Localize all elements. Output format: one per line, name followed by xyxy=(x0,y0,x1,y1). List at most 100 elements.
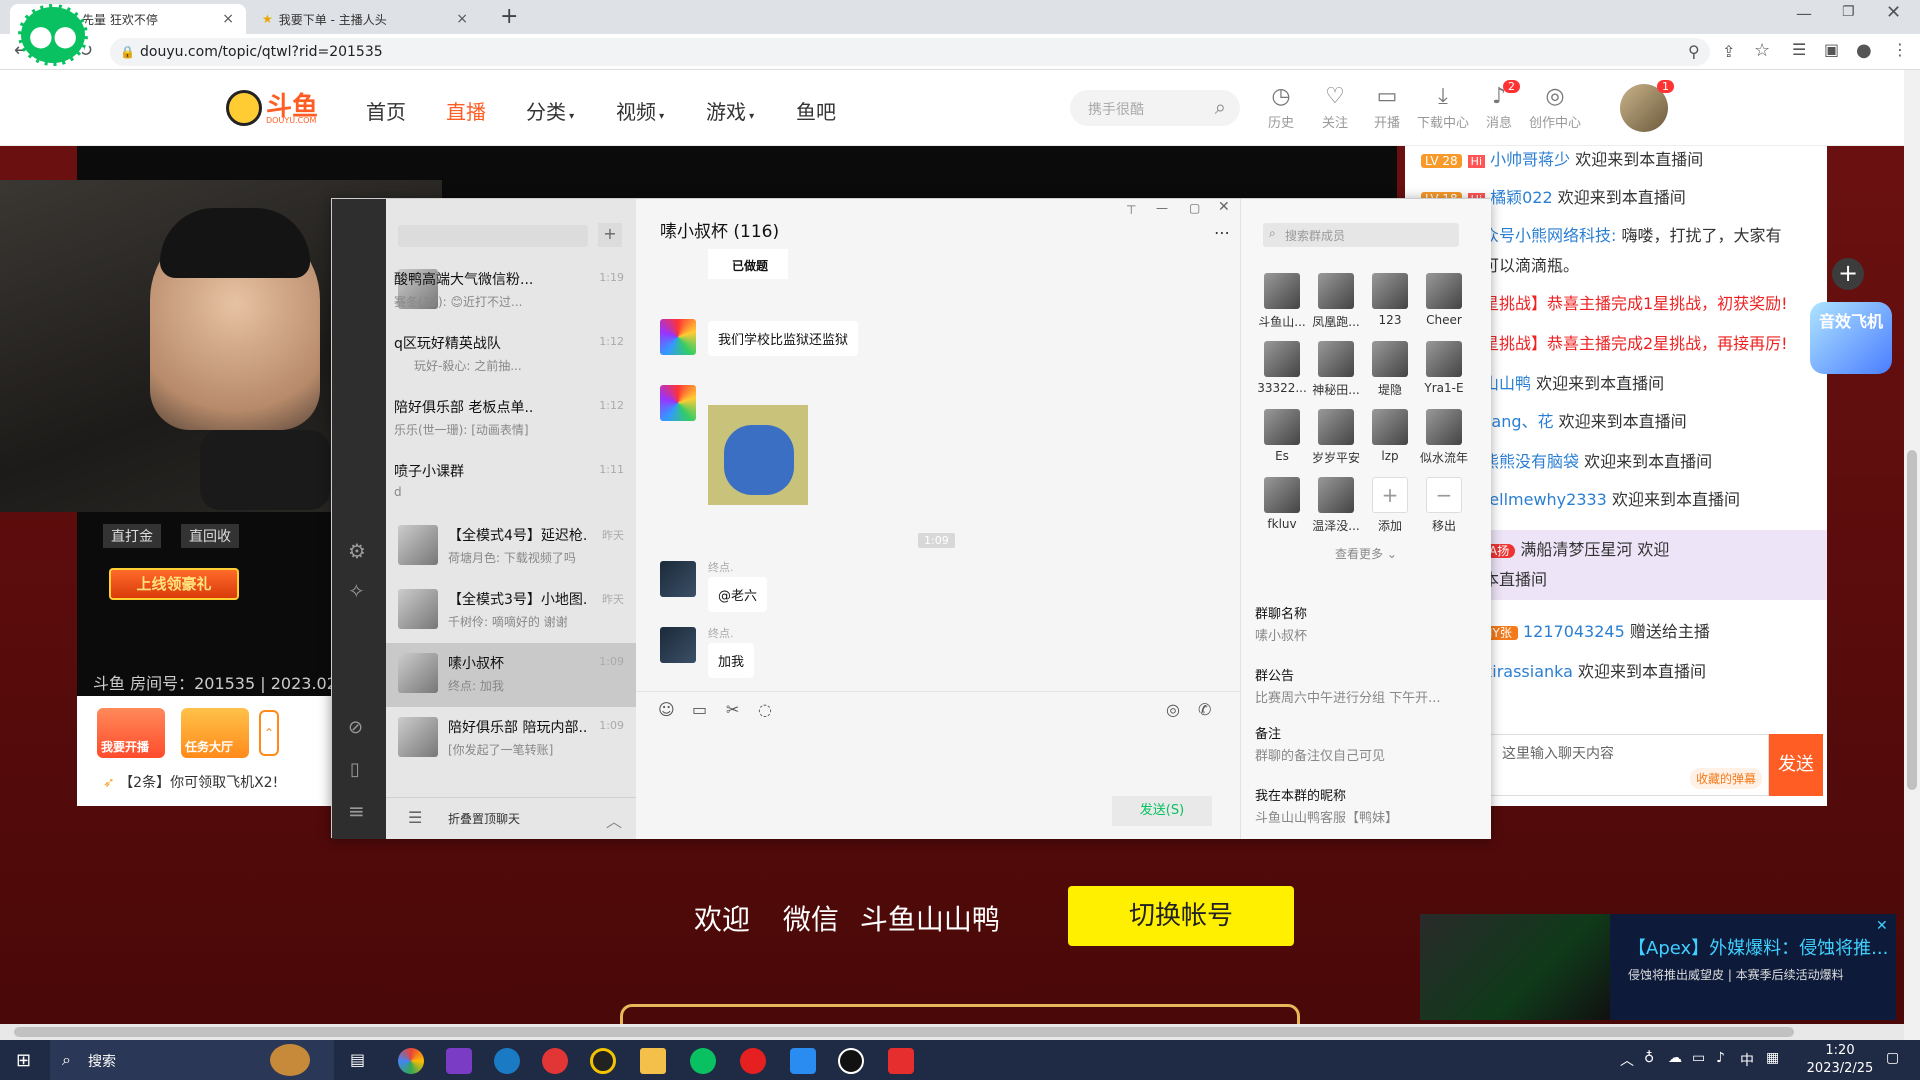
member[interactable]: 斗鱼山... xyxy=(1255,273,1309,330)
onedrive-icon[interactable]: ☁ xyxy=(1668,1050,1682,1066)
remark-value[interactable]: 群聊的备注仅自己可见 xyxy=(1255,745,1385,764)
header-broadcast[interactable]: ▭ 开播 xyxy=(1360,84,1414,131)
chrome-icon[interactable] xyxy=(398,1048,424,1074)
chat-bubble-icon[interactable]: ◌ xyxy=(758,700,772,719)
scroll-thumb[interactable] xyxy=(14,1027,1794,1037)
chat-user[interactable]: 橘颖022 xyxy=(1490,188,1553,207)
app-icon[interactable] xyxy=(590,1048,616,1074)
close-icon[interactable]: × xyxy=(222,11,234,27)
member[interactable]: 堤隐 xyxy=(1363,341,1417,398)
gold-button[interactable]: 直打金 xyxy=(103,524,161,548)
list-item-selected[interactable]: 嗉小叔杯 终点: 加我 1:09 xyxy=(386,643,636,707)
phone-icon[interactable]: ▯ xyxy=(350,759,360,780)
nav-video[interactable]: 视频 ▾ xyxy=(616,96,664,125)
header-history[interactable]: ◷ 历史 xyxy=(1254,84,1308,131)
new-tab-button[interactable]: + xyxy=(500,4,518,29)
notice-text[interactable]: ➶ 【2条】你可领取飞机X2! xyxy=(103,772,278,792)
gift-button[interactable]: 上线领豪礼 xyxy=(109,568,239,600)
avatar[interactable] xyxy=(660,385,696,421)
close-window-icon[interactable]: ✕ xyxy=(1886,2,1901,23)
file-explorer-icon[interactable] xyxy=(640,1048,666,1074)
search-box[interactable]: 携手很酷 ⌕ xyxy=(1070,90,1240,126)
avatar[interactable] xyxy=(660,561,696,597)
star-icon[interactable]: ✧ xyxy=(348,579,365,603)
bookmark-star-icon[interactable]: ☆ xyxy=(1754,40,1770,61)
remove-member-button[interactable]: − 移出 xyxy=(1417,477,1471,534)
profile-icon[interactable]: ● xyxy=(1856,40,1872,61)
list-item[interactable]: 【全模式3号】小地图... 千树伶: 嘀嘀好的 谢谢 昨天 xyxy=(386,579,636,643)
chat-user[interactable]: 满船清梦压星河 xyxy=(1520,540,1632,559)
conversation-search[interactable] xyxy=(398,225,588,247)
member[interactable]: 123 xyxy=(1363,273,1417,327)
member[interactable]: 似水流年 xyxy=(1417,409,1471,466)
maximize-icon[interactable]: ▢ xyxy=(1189,201,1200,215)
mic-icon[interactable]: ♁ xyxy=(1644,1050,1654,1066)
fold-pinned[interactable]: ☰ 折叠置顶聊天 ︿ xyxy=(386,797,636,839)
maximize-icon[interactable]: ❐ xyxy=(1842,4,1855,20)
scroll-thumb[interactable] xyxy=(1907,450,1917,790)
chat-user[interactable]: 众号小熊网络科技: xyxy=(1483,226,1616,245)
recycle-button[interactable]: 直回收 xyxy=(181,524,239,548)
network-icon[interactable]: ▭ xyxy=(1692,1050,1705,1066)
avatar[interactable] xyxy=(660,319,696,355)
header-follow[interactable]: ♡ 关注 xyxy=(1308,84,1362,131)
folder-icon[interactable]: ▭ xyxy=(692,700,707,719)
header-message[interactable]: ♪ 消息 2 xyxy=(1472,80,1526,131)
link-icon[interactable]: ⊘ xyxy=(348,717,363,738)
menu-icon[interactable]: ≡ xyxy=(348,799,365,823)
member[interactable]: Yra1-E xyxy=(1417,341,1471,395)
see-more-link[interactable]: 查看更多 ⌄ xyxy=(1335,545,1397,562)
chat-user[interactable]: 1217043245 xyxy=(1523,622,1625,641)
group-name-value[interactable]: 嗉小叔杯 xyxy=(1255,625,1307,644)
chat-user[interactable]: kirassianka xyxy=(1483,662,1573,681)
douyu-logo[interactable]: 斗鱼 DOUYU.COM xyxy=(226,86,326,130)
task-view-icon[interactable]: ▤ xyxy=(350,1050,365,1069)
menu-dots-icon[interactable]: ⋮ xyxy=(1892,40,1908,59)
collect-button[interactable]: 收藏的弹幕 xyxy=(1689,768,1762,789)
chat-send-button[interactable]: 发送 xyxy=(1769,734,1823,796)
compose-area[interactable]: ☺ ▭ ✂ ◌ ◎ ✆ 发送(S) xyxy=(636,691,1240,839)
clock-date[interactable]: 2023/2/25 xyxy=(1800,1061,1880,1076)
tab-inactive[interactable]: ★ 我要下单 - 主播人头 × xyxy=(250,4,480,34)
list-item[interactable]: 陪好俱乐部 陪玩内部... [你发起了一笔转账] 1:09 xyxy=(386,707,636,771)
list-item[interactable]: 【全模式4号】延迟枪... 荷塘月色: 下载视频了吗 昨天 xyxy=(386,515,636,579)
nav-fishbar[interactable]: 鱼吧 xyxy=(796,96,836,125)
chat-user[interactable]: tellmewhy2333 xyxy=(1483,490,1607,509)
chat-user[interactable]: zang、花 xyxy=(1483,412,1554,431)
close-icon[interactable]: × xyxy=(456,11,468,27)
app-icon[interactable] xyxy=(790,1048,816,1074)
nav-live[interactable]: 直播 xyxy=(446,96,486,125)
sticker-image[interactable] xyxy=(708,405,808,505)
settings-icon[interactable]: ⚙ xyxy=(348,539,366,563)
header-creator[interactable]: ◎ 创作中心 xyxy=(1528,84,1582,131)
emoji-icon[interactable]: ☺ xyxy=(658,700,675,719)
sound-effect-badge[interactable]: 音效飞机 xyxy=(1810,302,1892,374)
horizontal-scrollbar[interactable] xyxy=(0,1024,1904,1040)
header-download[interactable]: ⤓ 下载中心 xyxy=(1416,84,1470,131)
app-icon[interactable] xyxy=(838,1048,864,1074)
app-icon[interactable] xyxy=(446,1048,472,1074)
add-member-button[interactable]: + 添加 xyxy=(1363,477,1417,534)
notification-icon[interactable]: ▢ xyxy=(1886,1050,1899,1066)
ad-popup[interactable]: 【Apex】外媒爆料：侵蚀将推... 侵蚀将推出威望皮 | 本赛季后续活动爆料 … xyxy=(1420,914,1896,1020)
expand-up-icon[interactable]: ⌃ xyxy=(259,710,279,756)
wps-icon[interactable] xyxy=(888,1048,914,1074)
member[interactable]: 凤凰跑... xyxy=(1309,273,1363,330)
close-icon[interactable]: ✕ xyxy=(1218,199,1230,215)
chat-input[interactable]: 这里输入聊天内容 收藏的弹幕 xyxy=(1489,734,1769,796)
ea-icon[interactable] xyxy=(542,1048,568,1074)
reading-list-icon[interactable]: ☰ xyxy=(1792,40,1806,59)
avatar[interactable] xyxy=(660,627,696,663)
close-icon[interactable]: ✕ xyxy=(1876,918,1888,934)
tile-broadcast[interactable]: 我要开播 xyxy=(97,708,165,758)
member[interactable]: 温泽没... xyxy=(1309,477,1363,534)
windows-start-icon[interactable]: ⊞ xyxy=(16,1050,31,1071)
member-search[interactable]: ⌕ 搜索群成员 xyxy=(1263,223,1459,247)
member[interactable]: Es xyxy=(1255,409,1309,463)
list-item[interactable]: 酸鸭高端大气微信粉... 赛冬(12): 😊近打不过... 1:19 xyxy=(386,259,636,323)
new-chat-button[interactable]: + xyxy=(598,223,622,247)
nav-category[interactable]: 分类 ▾ xyxy=(526,96,574,125)
member[interactable]: fkluv xyxy=(1255,477,1309,531)
member[interactable]: 33322... xyxy=(1255,341,1309,395)
pin-icon[interactable]: ⊤ xyxy=(1126,203,1136,217)
